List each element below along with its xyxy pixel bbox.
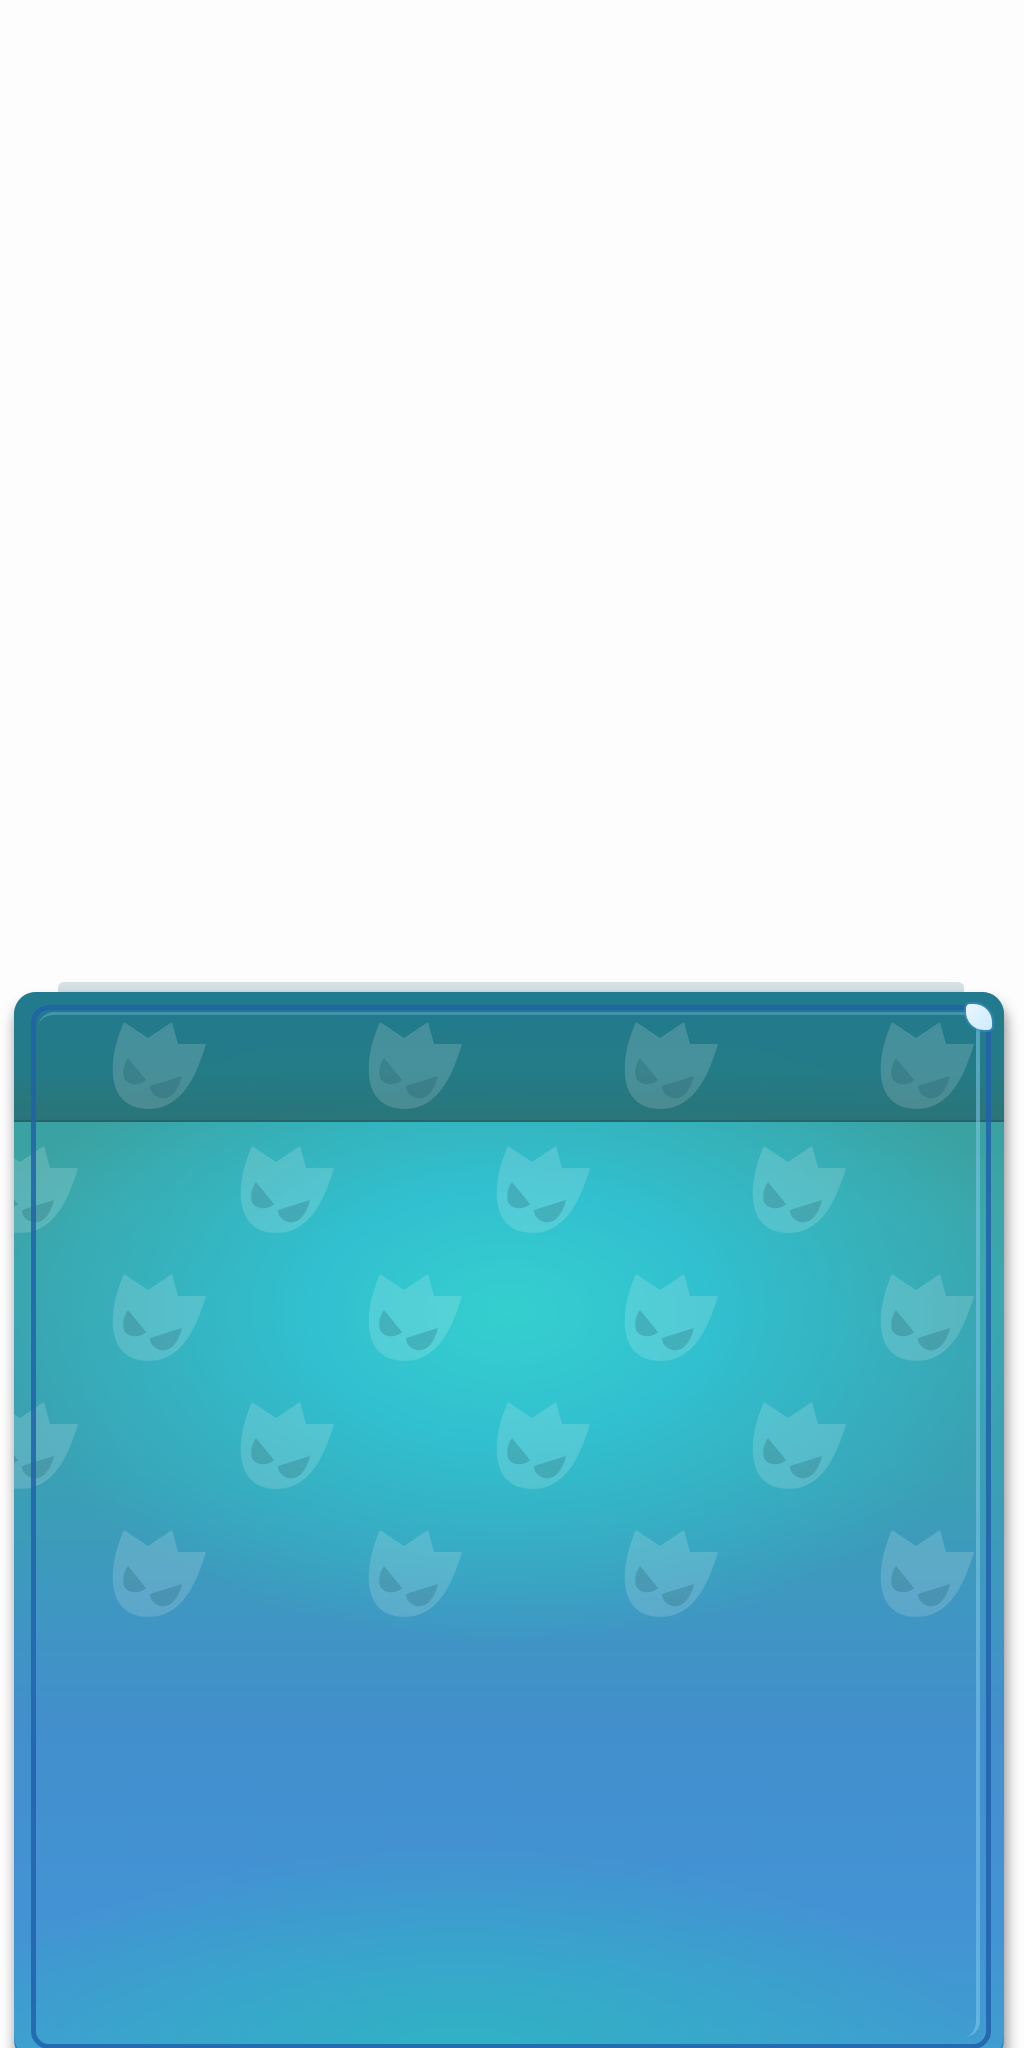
cat-mask-icon	[240, 1146, 334, 1233]
cat-mask-icon	[112, 1530, 206, 1617]
cat-mask-icon	[880, 1274, 974, 1361]
cat-mask-icon	[880, 1530, 974, 1617]
cat-mask-pattern	[14, 1022, 974, 1617]
dialog-panel	[14, 992, 1004, 2048]
game-screen	[0, 0, 1024, 2048]
panel-header	[14, 992, 1004, 1122]
cat-mask-icon	[14, 1146, 79, 1233]
cat-mask-icon	[240, 1402, 334, 1489]
cat-mask-icon	[368, 1530, 462, 1617]
cat-mask-icon	[624, 1274, 718, 1361]
cat-mask-icon	[624, 1530, 718, 1617]
cat-mask-icon	[752, 1146, 846, 1233]
cat-mask-icon	[112, 1274, 206, 1361]
cat-mask-icon	[752, 1402, 846, 1489]
cat-mask-icon	[496, 1146, 590, 1233]
cat-mask-icon	[14, 1402, 79, 1489]
cat-mask-icon	[496, 1402, 590, 1489]
cat-mask-icon	[368, 1274, 462, 1361]
